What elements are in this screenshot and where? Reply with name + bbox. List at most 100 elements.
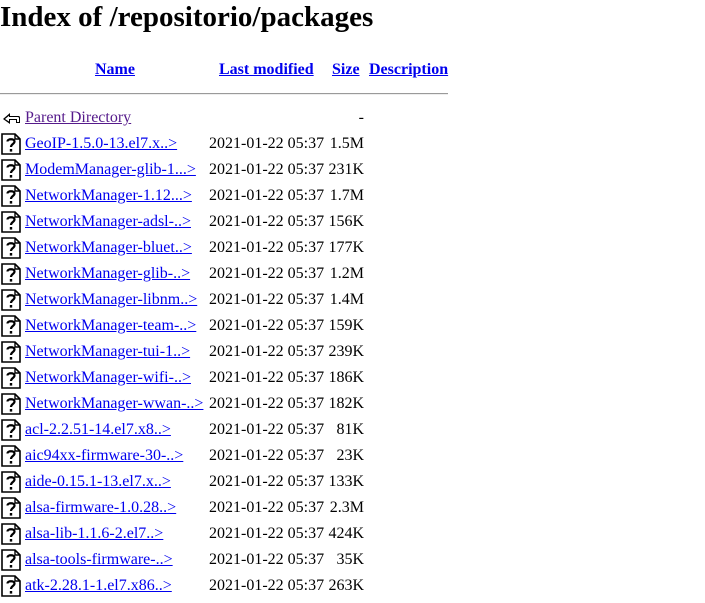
file-modified: 2021-01-22 05:37 <box>209 369 325 386</box>
file-link[interactable]: acl-2.2.51-14.el7.x8..> <box>25 420 171 440</box>
file-size: 81K <box>336 421 364 438</box>
file-modified: 2021-01-22 05:37 <box>209 291 325 308</box>
unknown-file-icon <box>1 289 21 311</box>
parent-size: - <box>358 109 364 126</box>
file-link[interactable]: NetworkManager-bluet..> <box>25 238 192 258</box>
file-row: NetworkManager-wwan-..> 2021-01-22 05:37 1… <box>0 391 705 417</box>
file-modified: 2021-01-22 05:37 <box>209 525 325 542</box>
file-link[interactable]: NetworkManager-1.12...> <box>25 186 192 206</box>
file-link[interactable]: alsa-firmware-1.0.28..> <box>25 498 176 518</box>
file-row: NetworkManager-bluet..> 2021-01-22 05:37 1… <box>0 235 705 261</box>
file-link[interactable]: NetworkManager-team-..> <box>25 316 196 336</box>
file-row: alsa-lib-1.1.6-2.el7..> 2021-01-22 05:37 4… <box>0 521 705 547</box>
file-size: 1.4M <box>329 291 364 308</box>
file-link[interactable]: aic94xx-firmware-30-..> <box>25 446 183 466</box>
file-modified: 2021-01-22 05:37 <box>209 447 325 464</box>
file-row: GeoIP-1.5.0-13.el7.x..> 2021-01-22 05:37 1… <box>0 131 705 157</box>
file-link[interactable]: NetworkManager-libnm..> <box>25 290 197 310</box>
file-modified: 2021-01-22 05:37 <box>209 161 325 178</box>
file-size: 231K <box>328 161 364 178</box>
file-link[interactable]: NetworkManager-glib-..> <box>25 264 190 284</box>
unknown-file-icon <box>1 497 21 519</box>
file-row: aide-0.15.1-13.el7.x..> 2021-01-22 05:37 1… <box>0 469 705 495</box>
back-arrow-icon <box>1 107 21 129</box>
unknown-file-icon <box>1 211 21 233</box>
file-row: aic94xx-firmware-30-..> 2021-01-22 05:37 2… <box>0 443 705 469</box>
file-modified: 2021-01-22 05:37 <box>209 317 325 334</box>
file-modified: 2021-01-22 05:37 <box>209 395 325 412</box>
file-link[interactable]: NetworkManager-wwan-..> <box>25 394 203 414</box>
file-size: 177K <box>328 239 364 256</box>
unknown-file-icon <box>1 185 21 207</box>
file-row: NetworkManager-1.12...> 2021-01-22 05:37 1… <box>0 183 705 209</box>
file-link[interactable]: NetworkManager-wifi-..> <box>25 368 191 388</box>
unknown-file-icon <box>1 445 21 467</box>
file-size: 182K <box>328 395 364 412</box>
file-link[interactable]: NetworkManager-adsl-..> <box>25 212 191 232</box>
file-link[interactable]: atk-2.28.1-1.el7.x86..> <box>25 576 172 596</box>
file-modified: 2021-01-22 05:37 <box>209 135 325 152</box>
file-link[interactable]: alsa-lib-1.1.6-2.el7..> <box>25 524 163 544</box>
file-link[interactable]: alsa-tools-firmware-..> <box>25 550 173 570</box>
unknown-file-icon <box>1 341 21 363</box>
file-size: 159K <box>328 317 364 334</box>
file-size: 1.5M <box>329 135 364 152</box>
file-modified: 2021-01-22 05:37 <box>209 213 325 230</box>
file-row: NetworkManager-team-..> 2021-01-22 05:37 1… <box>0 313 705 339</box>
sort-by-name-link[interactable]: Name <box>95 60 135 80</box>
file-row: NetworkManager-libnm..> 2021-01-22 05:37 1… <box>0 287 705 313</box>
file-size: 156K <box>328 213 364 230</box>
file-row: alsa-firmware-1.0.28..> 2021-01-22 05:37 2… <box>0 495 705 521</box>
parent-directory-row: Parent Directory - <box>0 105 705 131</box>
unknown-file-icon <box>1 263 21 285</box>
unknown-file-icon <box>1 549 21 571</box>
file-link[interactable]: aide-0.15.1-13.el7.x..> <box>25 472 171 492</box>
file-modified: 2021-01-22 05:37 <box>209 239 325 256</box>
unknown-file-icon <box>1 315 21 337</box>
unknown-file-icon <box>1 133 21 155</box>
file-row: NetworkManager-tui-1..> 2021-01-22 05:37 2… <box>0 339 705 365</box>
page-title: Index of /repositorio/packages <box>0 1 374 33</box>
unknown-file-icon <box>1 393 21 415</box>
unknown-file-icon <box>1 159 21 181</box>
file-size: 186K <box>328 369 364 386</box>
unknown-file-icon <box>1 471 21 493</box>
header-divider <box>0 93 448 95</box>
file-row: NetworkManager-glib-..> 2021-01-22 05:37 1… <box>0 261 705 287</box>
file-modified: 2021-01-22 05:37 <box>209 421 325 438</box>
file-link[interactable]: GeoIP-1.5.0-13.el7.x..> <box>25 134 177 154</box>
unknown-file-icon <box>1 237 21 259</box>
file-size: 133K <box>328 473 364 490</box>
file-row: NetworkManager-wifi-..> 2021-01-22 05:37 1… <box>0 365 705 391</box>
file-size: 23K <box>336 447 364 464</box>
file-modified: 2021-01-22 05:37 <box>209 265 325 282</box>
unknown-file-icon <box>1 367 21 389</box>
file-size: 35K <box>336 551 364 568</box>
unknown-file-icon <box>1 523 21 545</box>
file-row: acl-2.2.51-14.el7.x8..> 2021-01-22 05:37 8… <box>0 417 705 443</box>
parent-directory-link[interactable]: Parent Directory <box>25 108 131 128</box>
file-link[interactable]: NetworkManager-tui-1..> <box>25 342 190 362</box>
file-modified: 2021-01-22 05:37 <box>209 551 325 568</box>
sort-by-size-link[interactable]: Size <box>332 60 360 80</box>
sort-by-last-modified-link[interactable]: Last modified <box>219 60 314 80</box>
unknown-file-icon <box>1 575 21 597</box>
file-modified: 2021-01-22 05:37 <box>209 473 325 490</box>
file-modified: 2021-01-22 05:37 <box>209 577 325 594</box>
file-row: alsa-tools-firmware-..> 2021-01-22 05:37 3… <box>0 547 705 573</box>
file-size: 1.2M <box>329 265 364 282</box>
sort-by-description-link[interactable]: Description <box>369 60 448 80</box>
file-row: ModemManager-glib-1...> 2021-01-22 05:37 2… <box>0 157 705 183</box>
file-row: NetworkManager-adsl-..> 2021-01-22 05:37 1… <box>0 209 705 235</box>
file-size: 239K <box>328 343 364 360</box>
file-size: 2.3M <box>329 499 364 516</box>
file-row: atk-2.28.1-1.el7.x86..> 2021-01-22 05:37 2… <box>0 573 705 599</box>
unknown-file-icon <box>1 419 21 441</box>
file-modified: 2021-01-22 05:37 <box>209 187 325 204</box>
file-modified: 2021-01-22 05:37 <box>209 499 325 516</box>
file-size: 424K <box>328 525 364 542</box>
file-link[interactable]: ModemManager-glib-1...> <box>25 160 196 180</box>
file-modified: 2021-01-22 05:37 <box>209 343 325 360</box>
file-size: 263K <box>328 577 364 594</box>
file-size: 1.7M <box>329 187 364 204</box>
